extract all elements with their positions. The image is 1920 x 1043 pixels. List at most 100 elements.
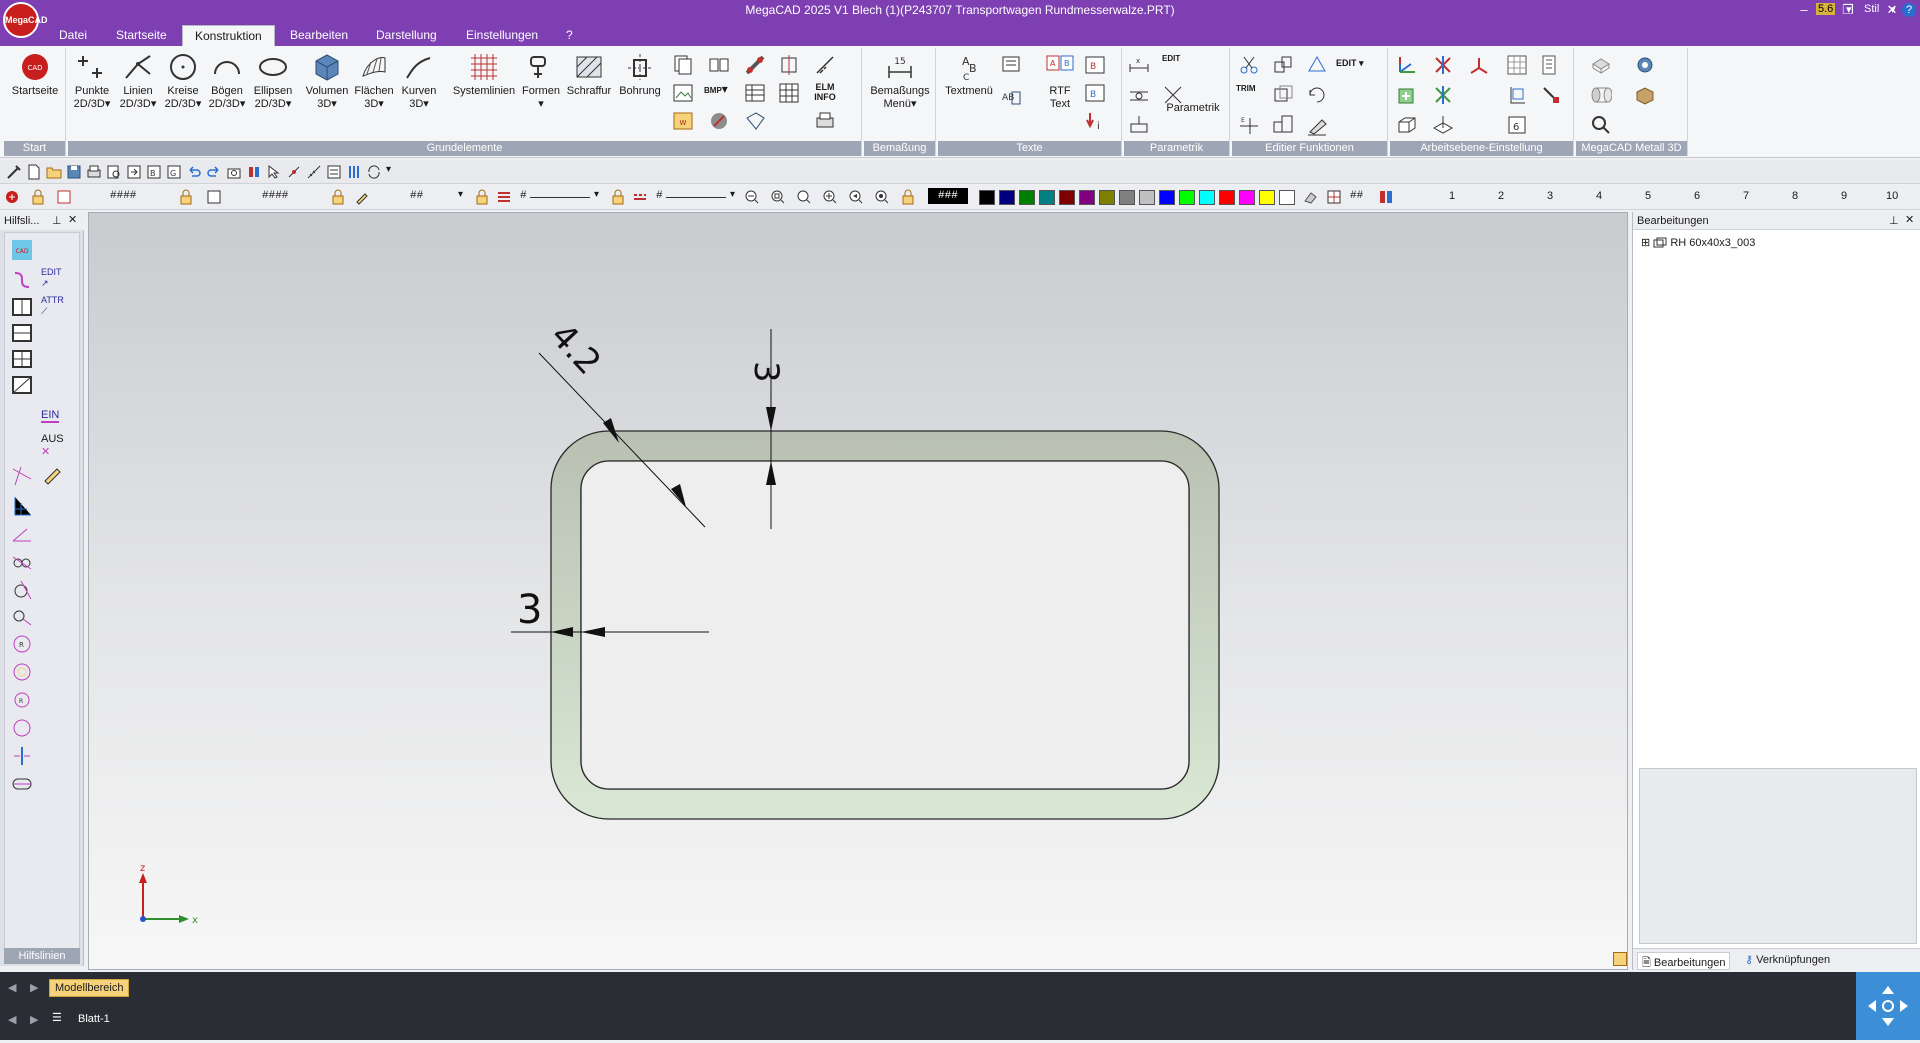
sheet-prev-arrow[interactable]: ◀ [8,1013,16,1026]
sheet-next-arrow[interactable]: ▶ [30,1013,38,1026]
horizontal-frame-icon[interactable] [11,323,33,345]
camera-icon[interactable] [226,164,242,180]
save-icon[interactable] [66,164,82,180]
color-table-icon[interactable] [1326,189,1342,205]
zoom-in-icon[interactable] [822,189,838,205]
angle-line-icon[interactable] [11,465,33,487]
insert-image-icon[interactable]: W [672,110,694,132]
cursor-icon[interactable] [266,164,282,180]
tab-help[interactable]: ? [554,25,585,46]
rtf-text-button[interactable]: AB RTF Text [1040,52,1080,111]
transform-icon[interactable] [1306,54,1328,76]
tree-expand-icon[interactable]: ⊞ [1641,237,1650,249]
active-color-field[interactable]: ### [928,188,968,204]
systemlinien-button[interactable]: Systemlinien [450,52,518,98]
metal-gear-icon[interactable] [1634,54,1656,76]
erase-icon[interactable] [1306,114,1328,136]
measure-tool-icon[interactable] [306,164,322,180]
elm-info-button[interactable]: ELM INFO [810,82,840,104]
axis-grid-icon[interactable] [11,495,33,517]
zoom-window-icon[interactable] [770,189,786,205]
eraser-icon[interactable] [1302,189,1318,205]
color-swatch-8[interactable] [1139,190,1155,205]
color-swatch-13[interactable] [1239,190,1255,205]
text-replace-icon[interactable]: AB [1000,86,1022,108]
frame-icon[interactable] [744,110,766,132]
line-width-dropdown-icon[interactable]: ▾ [594,189,610,205]
color-swatch-3[interactable] [1039,190,1055,205]
window-frame-icon[interactable] [11,297,33,319]
restore-button[interactable]: ❐ [1826,0,1870,22]
grid-frame-icon[interactable] [11,349,33,371]
metal-box-icon[interactable] [1634,84,1656,106]
zoom-out-icon[interactable] [744,189,760,205]
color-swatch-1[interactable] [999,190,1015,205]
scale-icon[interactable] [1272,114,1294,136]
export-icon[interactable] [126,164,142,180]
layer-manager-icon[interactable] [1378,189,1394,205]
line-width-lock-icon[interactable] [610,189,626,205]
redo-icon[interactable] [206,164,222,180]
color-number-field[interactable]: ## [1350,190,1363,202]
print-preview-icon[interactable] [86,164,102,180]
refresh-icon[interactable] [366,164,382,180]
circle-concentric-icon[interactable] [11,661,33,683]
close-button[interactable]: ✕ [1870,0,1914,22]
rotate-icon[interactable] [1306,84,1328,106]
linien-button[interactable]: Linien 2D/3D▾ [116,52,160,111]
workplane-rotate-icon[interactable] [1432,54,1454,76]
layer-number-8[interactable]: 8 [1792,190,1798,202]
zoom-all-icon[interactable] [796,189,812,205]
workplane-add-icon[interactable] [1396,84,1418,106]
hilfslinien-edit-button[interactable]: EDIT ↗ [41,267,77,289]
tab-bearbeitungen[interactable]: 🗎 Bearbeitungen [1637,952,1731,970]
text-info-icon[interactable]: i [1084,110,1106,132]
tab-konstruktion[interactable]: Konstruktion [182,25,275,46]
measure-icon[interactable] [814,54,836,76]
workplane-box-icon[interactable] [1396,114,1418,136]
layer-number-6[interactable]: 6 [1694,190,1700,202]
color-swatch-14[interactable] [1259,190,1275,205]
radius-circle-icon[interactable]: R [11,633,33,655]
image-icon[interactable] [672,82,694,104]
bohrung-button[interactable]: Bohrung [616,52,664,98]
customize-toolbar-icon[interactable]: ▾ [386,164,402,180]
editier-edit-button[interactable]: EDIT ▾ [1336,58,1380,80]
pen-lock-icon[interactable] [474,189,490,205]
bmp-button[interactable]: BMP▾ [704,82,734,104]
parametrik-button[interactable]: Parametrik [1160,102,1226,115]
color-swatch-5[interactable] [1079,190,1095,205]
properties-icon[interactable] [326,164,342,180]
construction-curve-icon[interactable] [11,269,33,291]
line-type-field[interactable]: # [656,190,663,202]
formen-button[interactable]: Formen ▾ [520,52,562,111]
panel-close-icon[interactable]: ✕ [68,213,77,226]
color-swatch-6[interactable] [1099,190,1115,205]
textmenu-button[interactable]: ABC Textmenü [940,52,998,98]
lock-icon[interactable] [30,189,46,205]
group-lock-icon[interactable] [330,189,346,205]
text-style-icon[interactable]: B [1084,82,1106,104]
tab-startseite[interactable]: Startseite [104,25,179,46]
open-folder-icon[interactable] [46,164,62,180]
workplane-axis-icon[interactable] [1396,54,1418,76]
layer-field[interactable]: #### [110,190,136,202]
pen-icon[interactable] [354,189,370,205]
startseite-button[interactable]: CAD Startseite [8,52,62,98]
print-icon[interactable] [814,110,836,132]
group-field[interactable]: #### [262,190,288,202]
layer-settings-icon[interactable] [56,189,72,205]
bemassungs-menu-button[interactable]: 15 Bemaßungs Menü▾ [866,52,934,111]
layer-number-3[interactable]: 3 [1547,190,1553,202]
workplane-number-icon[interactable]: 6 [1506,114,1528,136]
zoom-realtime-icon[interactable] [874,189,890,205]
grid-table-icon[interactable] [778,82,800,104]
sheet-tab[interactable]: Blatt-1 [78,1013,110,1025]
diagonal-frame-icon[interactable] [11,375,33,397]
workplane-align-icon[interactable] [1540,84,1562,106]
copy-icon[interactable] [672,54,694,76]
workplane-list-icon[interactable] [1540,54,1562,76]
layer-icon[interactable]: B [146,164,162,180]
right-panel-close-icon[interactable]: ✕ [1905,213,1914,226]
layer-number-4[interactable]: 4 [1596,190,1602,202]
